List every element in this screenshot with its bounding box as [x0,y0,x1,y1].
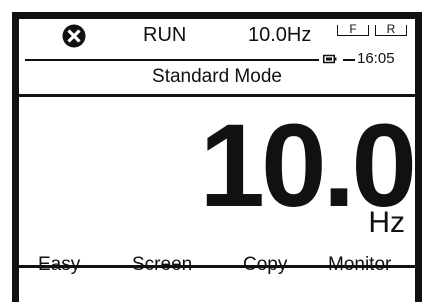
reverse-indicator: R [375,23,407,36]
softkey-monitor[interactable]: Monitor [328,254,391,276]
softkey-easy[interactable]: Easy [38,254,80,276]
softkey-screen[interactable]: Screen [132,254,192,276]
mode-title: Standard Mode [152,66,282,87]
run-status: RUN [143,24,187,46]
status-divider [25,59,319,61]
clock-time: 16:05 [357,50,395,67]
status-bar: RUN 10.0Hz F R 16:05 [19,19,415,67]
no-entry-icon [62,24,86,48]
frequency-readout: 10.0Hz [248,24,312,46]
main-frequency-unit: Hz [368,206,405,239]
forward-indicator: F [337,23,369,36]
mode-divider [19,94,415,97]
softkey-copy[interactable]: Copy [243,254,287,276]
battery-icon [323,54,337,64]
time-divider [343,59,355,61]
